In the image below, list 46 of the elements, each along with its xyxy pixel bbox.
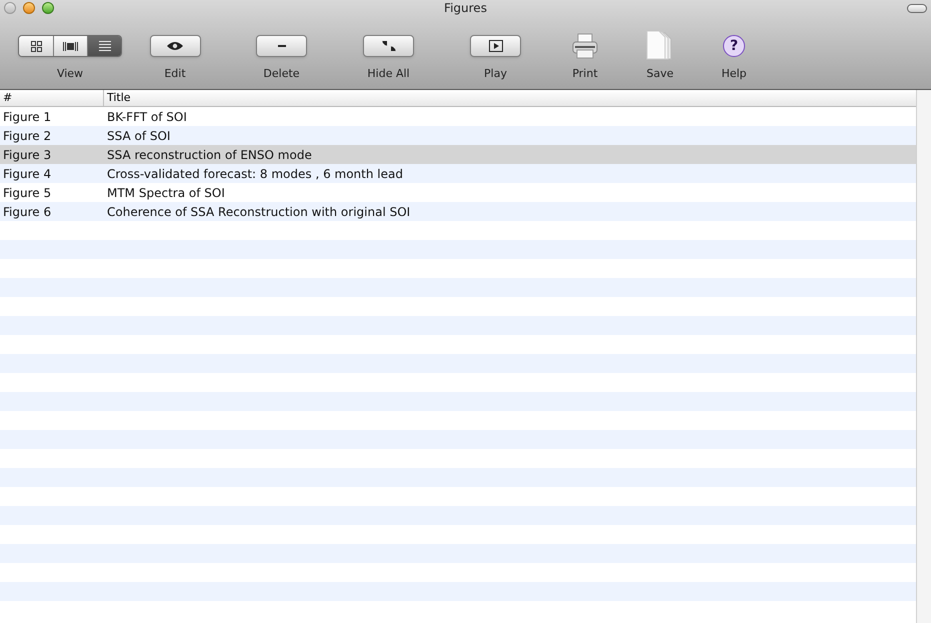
play-button[interactable]: [470, 35, 521, 57]
toolbar-label: Edit: [164, 66, 186, 82]
table-cell-text: Figure 4: [2, 166, 52, 182]
view-segment[interactable]: [19, 36, 53, 56]
view-segment[interactable]: [87, 36, 121, 56]
table-cell-text: Cross-validated forecast: 8 modes , 6 month lead: [106, 166, 403, 182]
table-cell-text: Figure 5: [2, 184, 52, 202]
table-cell-text: Figure 1: [2, 108, 52, 126]
table-cell-text: Figure 2: [2, 128, 52, 144]
table-cell-text: MTM Spectra of SOI: [106, 184, 225, 202]
filmstrip-icon: [63, 42, 78, 50]
zoom-button[interactable]: [42, 2, 54, 14]
printer-icon: [571, 32, 599, 60]
table-row[interactable]: Figure 4 Cross-validated forecast: 8 modes , 6 month lead: [0, 164, 916, 183]
toolbar-toggle-button[interactable]: [907, 4, 927, 12]
edit-button[interactable]: [150, 35, 200, 57]
toolbar-label: View: [56, 66, 84, 82]
toolbar-label: Delete: [263, 66, 300, 82]
toolbar-label: Play: [484, 66, 507, 82]
view-segment[interactable]: [53, 36, 87, 56]
window-title: Figures: [444, 0, 487, 17]
minimize-button[interactable]: [23, 2, 35, 14]
table-cell-text: Coherence of SSA Reconstruction with original SOI: [106, 204, 410, 220]
table-row[interactable]: Figure 2 SSA of SOI: [0, 126, 916, 145]
help-button[interactable]: ?: [723, 35, 745, 57]
delete-button[interactable]: [256, 35, 307, 57]
table-cell-text: Figure 6: [2, 204, 52, 220]
toolbar-label: Save: [646, 66, 674, 82]
toolbar-label: Print: [572, 66, 598, 82]
table-row[interactable]: Figure 6 Coherence of SSA Reconstruction with original SOI: [0, 202, 916, 221]
table-row[interactable]: Figure 3 SSA reconstruction of ENSO mode: [0, 145, 916, 164]
table-cell-text: BK-FFT of SOI: [106, 108, 187, 126]
hide-all-button[interactable]: [363, 35, 414, 57]
column-header[interactable]: #: [0, 90, 104, 106]
play-icon: [488, 40, 502, 52]
table-cell-text: Figure 3: [2, 146, 52, 164]
eye-icon: [167, 41, 183, 51]
grid-icon: [30, 40, 42, 52]
table-cell-text: SSA reconstruction of ENSO mode: [106, 146, 312, 164]
minus-icon: [278, 45, 286, 47]
table-cell-text: SSA of SOI: [106, 128, 170, 144]
column-header[interactable]: Title: [104, 90, 916, 106]
toolbar-label: Help: [721, 66, 747, 82]
list-icon: [98, 41, 110, 51]
collapse-arrows-icon: [382, 41, 396, 51]
toolbar-label: Hide All: [367, 66, 410, 82]
